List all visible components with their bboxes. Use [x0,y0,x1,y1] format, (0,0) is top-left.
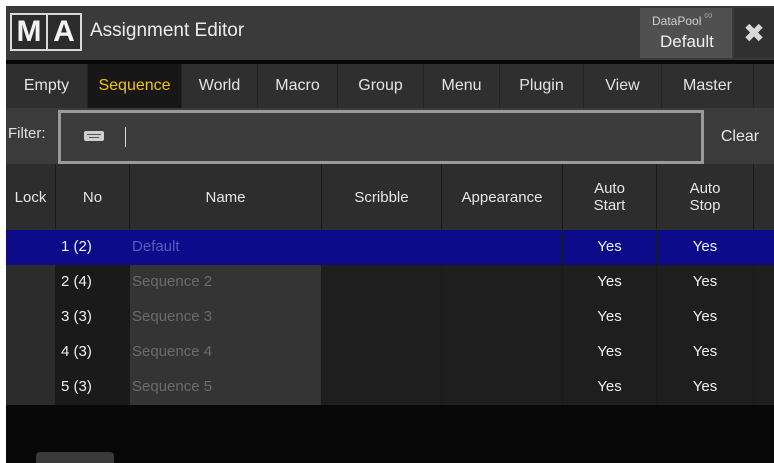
no-cell[interactable]: 1 (2) [56,230,130,265]
scribble-cell[interactable] [322,370,442,405]
row-end-cell [754,335,774,370]
tab-world[interactable]: World [182,64,258,108]
tab-view[interactable]: View [584,64,662,108]
appearance-cell[interactable] [442,300,563,335]
column-header-auto-stop[interactable]: Auto Stop [657,164,754,230]
column-header-lock[interactable]: Lock [6,164,56,230]
filter-label: Filter: [8,125,46,142]
name-cell[interactable]: Sequence 2 [130,265,322,300]
lock-cell[interactable] [6,300,56,335]
column-header-appearance[interactable]: Appearance [442,164,563,230]
close-icon[interactable]: ✖ [734,8,774,58]
resize-handle[interactable] [36,452,114,463]
tab-sequence[interactable]: Sequence [88,64,182,108]
column-header-name[interactable]: Name [130,164,322,230]
lock-cell[interactable] [6,230,56,265]
row-end-cell [754,300,774,335]
auto-stop-cell[interactable]: Yes [657,230,754,265]
auto-start-cell[interactable]: Yes [563,370,657,405]
lock-cell[interactable] [6,335,56,370]
name-cell[interactable]: Default [130,230,322,265]
assignment-editor-window: M A Assignment Editor ∞ DataPool Default… [6,6,774,463]
table-row[interactable]: 3 (3) Sequence 3 Yes Yes [6,300,774,335]
no-cell[interactable]: 4 (3) [56,335,130,370]
column-header-extra [754,164,774,230]
text-caret [125,127,126,147]
window-title: Assignment Editor [90,20,245,41]
row-end-cell [754,265,774,300]
tab-bar: Empty Sequence World Macro Group Menu Pl… [6,64,774,108]
column-header-no[interactable]: No [56,164,130,230]
appearance-cell[interactable] [442,265,563,300]
scribble-cell[interactable] [322,265,442,300]
tab-master[interactable]: Master [662,64,754,108]
auto-start-cell[interactable]: Yes [563,335,657,370]
title-bar: M A Assignment Editor ∞ DataPool Default… [6,6,774,60]
scribble-cell[interactable] [322,335,442,370]
tab-group[interactable]: Group [338,64,424,108]
row-end-cell [754,230,774,265]
tab-menu[interactable]: Menu [424,64,500,108]
datapool-value: Default [660,32,714,51]
table-header: Lock No Name Scribble Appearance Auto St… [6,164,774,230]
name-cell[interactable]: Sequence 3 [130,300,322,335]
appearance-cell[interactable] [442,335,563,370]
table-row[interactable]: 1 (2) Default Yes Yes [6,230,774,265]
ma-logo-m: M [10,13,48,51]
tab-empty[interactable]: Empty [6,64,88,108]
clear-button[interactable]: Clear [706,110,774,164]
no-cell[interactable]: 2 (4) [56,265,130,300]
filter-bar: Filter: Clear [6,108,774,164]
table-row[interactable]: 4 (3) Sequence 4 Yes Yes [6,335,774,370]
auto-stop-cell[interactable]: Yes [657,265,754,300]
auto-start-cell[interactable]: Yes [563,230,657,265]
auto-start-cell[interactable]: Yes [563,300,657,335]
tab-macro[interactable]: Macro [258,64,338,108]
table-row[interactable]: 2 (4) Sequence 2 Yes Yes [6,265,774,300]
table-body: 1 (2) Default Yes Yes 2 (4) Sequence 2 Y… [6,230,774,405]
column-header-auto-start[interactable]: Auto Start [563,164,657,230]
datapool-link-icon: ∞ [704,8,713,22]
name-cell[interactable]: Sequence 4 [130,335,322,370]
datapool-label: DataPool [652,14,702,28]
scribble-cell[interactable] [322,230,442,265]
auto-start-cell[interactable]: Yes [563,265,657,300]
auto-stop-cell[interactable]: Yes [657,370,754,405]
ma-logo-a: A [46,13,82,51]
filter-input[interactable] [58,110,704,164]
name-cell[interactable]: Sequence 5 [130,370,322,405]
auto-stop-cell[interactable]: Yes [657,300,754,335]
row-end-cell [754,370,774,405]
datapool-button[interactable]: ∞ DataPool Default [640,8,732,58]
scribble-cell[interactable] [322,300,442,335]
no-cell[interactable]: 5 (3) [56,370,130,405]
appearance-cell[interactable] [442,230,563,265]
appearance-cell[interactable] [442,370,563,405]
lock-cell[interactable] [6,265,56,300]
column-header-scribble[interactable]: Scribble [322,164,442,230]
no-cell[interactable]: 3 (3) [56,300,130,335]
auto-stop-cell[interactable]: Yes [657,335,754,370]
keyboard-icon[interactable] [84,131,104,141]
lock-cell[interactable] [6,370,56,405]
tab-plugin[interactable]: Plugin [500,64,584,108]
table-row[interactable]: 5 (3) Sequence 5 Yes Yes [6,370,774,405]
